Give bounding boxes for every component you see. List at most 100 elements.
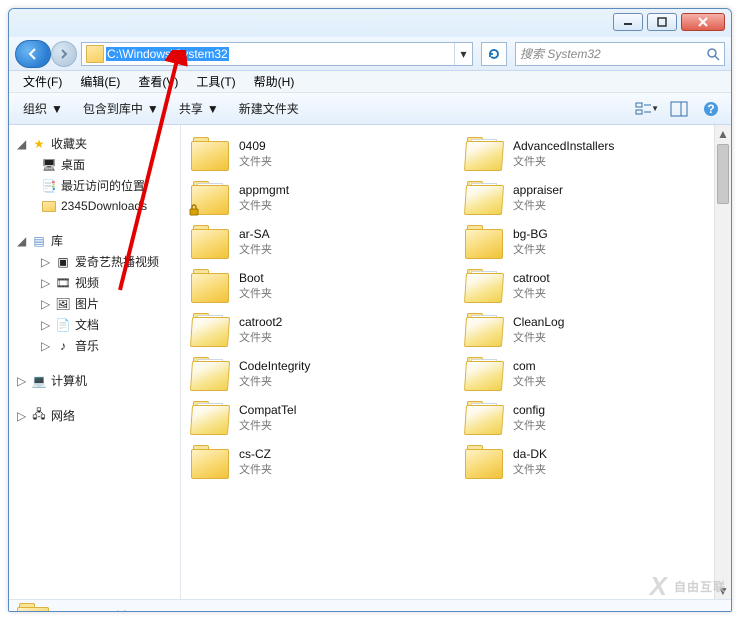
recent-icon: 📑 bbox=[41, 178, 57, 194]
file-type: 文件夹 bbox=[239, 197, 289, 213]
chevron-down-icon: ▼ bbox=[51, 102, 63, 116]
menubar: 文件(F) 编辑(E) 查看(V) 工具(T) 帮助(H) bbox=[9, 71, 731, 93]
folder-icon bbox=[191, 269, 231, 303]
folder-icon bbox=[465, 357, 505, 391]
file-name: CompatTel bbox=[239, 403, 296, 417]
file-item[interactable]: appmgmt文件夹 bbox=[187, 177, 451, 219]
file-item[interactable]: catroot2文件夹 bbox=[187, 309, 451, 351]
toolbar-new-folder[interactable]: 新建文件夹 bbox=[233, 97, 305, 120]
folder-icon bbox=[465, 137, 505, 171]
file-item[interactable]: CleanLog文件夹 bbox=[461, 309, 725, 351]
file-type: 文件夹 bbox=[513, 153, 614, 169]
minimize-button[interactable] bbox=[613, 13, 643, 31]
folder-icon bbox=[191, 313, 231, 347]
file-name: Boot bbox=[239, 271, 272, 285]
music-icon: ♪ bbox=[55, 338, 71, 354]
search-icon bbox=[706, 47, 720, 61]
address-bar[interactable]: C:\Windows\System32 ▾ bbox=[81, 42, 473, 66]
file-name: catroot2 bbox=[239, 315, 282, 329]
video-icon: ▣ bbox=[55, 254, 71, 270]
file-type: 文件夹 bbox=[239, 373, 310, 389]
view-options-button[interactable]: ▼ bbox=[635, 97, 659, 121]
folder-icon bbox=[191, 401, 231, 435]
file-name: bg-BG bbox=[513, 227, 548, 241]
tree-computer[interactable]: ▷💻计算机 bbox=[13, 370, 176, 391]
file-item[interactable]: Boot文件夹 bbox=[187, 265, 451, 307]
file-item[interactable]: ar-SA文件夹 bbox=[187, 221, 451, 263]
folder-icon bbox=[191, 137, 231, 171]
file-name: AdvancedInstallers bbox=[513, 139, 614, 153]
tree-favorites[interactable]: ◢★收藏夹 bbox=[13, 133, 176, 154]
close-button[interactable] bbox=[681, 13, 725, 31]
folder-icon bbox=[191, 181, 231, 215]
help-button[interactable]: ? bbox=[699, 97, 723, 121]
tree-lib-videos[interactable]: ▷🎞视频 bbox=[13, 272, 176, 293]
network-icon: 🖧 bbox=[31, 408, 47, 424]
tree-desktop[interactable]: 🖥桌面 bbox=[13, 154, 176, 175]
file-item[interactable]: config文件夹 bbox=[461, 397, 725, 439]
folder-icon bbox=[17, 603, 51, 613]
file-item[interactable]: bg-BG文件夹 bbox=[461, 221, 725, 263]
file-name: 0409 bbox=[239, 139, 272, 153]
file-item[interactable]: cs-CZ文件夹 bbox=[187, 441, 451, 483]
tree-downloads[interactable]: 2345Downloads bbox=[13, 196, 176, 216]
nav-forward-button[interactable] bbox=[51, 41, 77, 67]
file-item[interactable]: CodeIntegrity文件夹 bbox=[187, 353, 451, 395]
chevron-down-icon: ▼ bbox=[147, 102, 159, 116]
desktop-icon: 🖥 bbox=[41, 157, 57, 173]
statusbar: 2,882 个对象 bbox=[9, 599, 731, 612]
menu-help[interactable]: 帮助(H) bbox=[246, 71, 303, 92]
file-item[interactable]: CompatTel文件夹 bbox=[187, 397, 451, 439]
file-name: appmgmt bbox=[239, 183, 289, 197]
refresh-button[interactable] bbox=[481, 42, 507, 66]
file-type: 文件夹 bbox=[513, 285, 550, 301]
scroll-thumb[interactable] bbox=[717, 144, 729, 204]
tree-lib-music[interactable]: ▷♪音乐 bbox=[13, 335, 176, 356]
file-name: cs-CZ bbox=[239, 447, 272, 461]
picture-icon: 🖼 bbox=[55, 296, 71, 312]
chevron-down-icon: ▼ bbox=[207, 102, 219, 116]
preview-pane-button[interactable] bbox=[667, 97, 691, 121]
star-icon: ★ bbox=[31, 136, 47, 152]
folder-icon bbox=[465, 225, 505, 259]
navbar: C:\Windows\System32 ▾ 搜索 System32 bbox=[9, 37, 731, 71]
document-icon: 📄 bbox=[55, 317, 71, 333]
toolbar-organize[interactable]: 组织 ▼ bbox=[17, 97, 69, 120]
address-dropdown-button[interactable]: ▾ bbox=[454, 43, 472, 65]
file-type: 文件夹 bbox=[513, 241, 548, 257]
address-input[interactable]: C:\Windows\System32 bbox=[106, 47, 454, 61]
toolbar-share[interactable]: 共享 ▼ bbox=[173, 97, 225, 120]
explorer-window: C:\Windows\System32 ▾ 搜索 System32 文件(F) … bbox=[8, 8, 732, 612]
file-type: 文件夹 bbox=[513, 329, 564, 345]
body: ◢★收藏夹 🖥桌面 📑最近访问的位置 2345Downloads ◢▤库 ▷▣爱… bbox=[9, 125, 731, 599]
tree-recent[interactable]: 📑最近访问的位置 bbox=[13, 175, 176, 196]
file-item[interactable]: 0409文件夹 bbox=[187, 133, 451, 175]
tree-libraries[interactable]: ◢▤库 bbox=[13, 230, 176, 251]
file-item[interactable]: catroot文件夹 bbox=[461, 265, 725, 307]
vertical-scrollbar[interactable]: ▲ ▼ bbox=[714, 125, 731, 599]
tree-lib-documents[interactable]: ▷📄文档 bbox=[13, 314, 176, 335]
file-item[interactable]: com文件夹 bbox=[461, 353, 725, 395]
tree-network[interactable]: ▷🖧网络 bbox=[13, 405, 176, 426]
menu-edit[interactable]: 编辑(E) bbox=[72, 71, 128, 92]
file-type: 文件夹 bbox=[513, 461, 547, 477]
toolbar-include-in-library[interactable]: 包含到库中 ▼ bbox=[77, 97, 165, 120]
file-item[interactable]: AdvancedInstallers文件夹 bbox=[461, 133, 725, 175]
file-item[interactable]: appraiser文件夹 bbox=[461, 177, 725, 219]
menu-view[interactable]: 查看(V) bbox=[130, 71, 186, 92]
nav-back-button[interactable] bbox=[15, 40, 51, 68]
file-name: ar-SA bbox=[239, 227, 272, 241]
file-type: 文件夹 bbox=[239, 241, 272, 257]
menu-file[interactable]: 文件(F) bbox=[15, 71, 70, 92]
tree-lib-iqiyi[interactable]: ▷▣爱奇艺热播视频 bbox=[13, 251, 176, 272]
maximize-button[interactable] bbox=[647, 13, 677, 31]
file-type: 文件夹 bbox=[239, 329, 282, 345]
menu-tools[interactable]: 工具(T) bbox=[188, 71, 243, 92]
tree-lib-pictures[interactable]: ▷🖼图片 bbox=[13, 293, 176, 314]
folder-icon bbox=[465, 401, 505, 435]
file-item[interactable]: da-DK文件夹 bbox=[461, 441, 725, 483]
folder-icon bbox=[465, 181, 505, 215]
scroll-up-button[interactable]: ▲ bbox=[715, 125, 731, 142]
file-name: com bbox=[513, 359, 546, 373]
search-box[interactable]: 搜索 System32 bbox=[515, 42, 725, 66]
